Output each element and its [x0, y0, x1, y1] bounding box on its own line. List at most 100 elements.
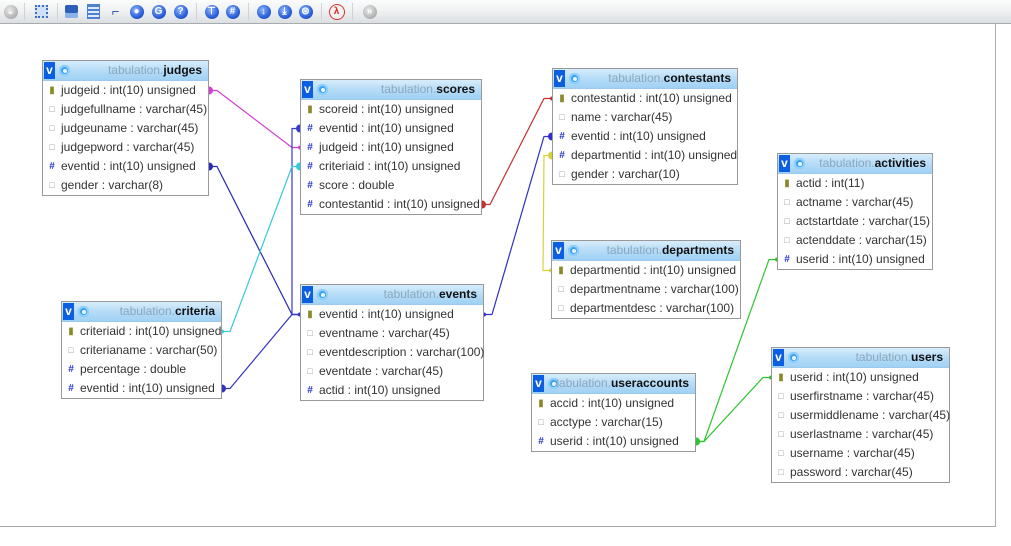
- table-header[interactable]: v tabulation.criteria: [62, 302, 221, 322]
- column-row[interactable]: userid : int(10) unsigned: [772, 368, 949, 387]
- show-hide-icon[interactable]: ↓: [255, 3, 272, 20]
- column-row[interactable]: score : double: [301, 176, 481, 195]
- column-row[interactable]: judgefullname : varchar(45): [43, 100, 208, 119]
- column-row[interactable]: eventid : int(10) unsigned: [43, 157, 208, 176]
- table-criteria[interactable]: v tabulation.criteria criteriaid : int(10)…: [61, 301, 222, 399]
- column-row[interactable]: userid : int(10) unsigned: [778, 250, 932, 269]
- table-options-icon[interactable]: [568, 245, 579, 256]
- angular-links-icon[interactable]: ●: [128, 3, 145, 20]
- toggle-columns-icon[interactable]: v: [553, 242, 564, 259]
- table-title[interactable]: tabulation.activities: [819, 156, 926, 171]
- column-row[interactable]: departmentid : int(10) unsigned: [553, 146, 737, 165]
- table-activities[interactable]: v tabulation.activities actid : int(11) act…: [777, 153, 933, 270]
- column-row[interactable]: departmentid : int(10) unsigned: [552, 261, 740, 280]
- column-row[interactable]: userfirstname : varchar(45): [772, 387, 949, 406]
- collapse-icon[interactable]: ⊜: [297, 3, 314, 20]
- column-row[interactable]: actenddate : varchar(15): [778, 231, 932, 250]
- table-scores[interactable]: v tabulation.scores scoreid : int(10) unsi…: [300, 79, 482, 215]
- small-big-icon[interactable]: #: [224, 3, 241, 20]
- table-title[interactable]: tabulation.useraccounts: [556, 376, 689, 391]
- column-row[interactable]: password : varchar(45): [772, 463, 949, 482]
- column-row[interactable]: eventid : int(10) unsigned: [301, 119, 481, 138]
- column-row[interactable]: gender : varchar(8): [43, 176, 208, 195]
- column-row[interactable]: judgeid : int(10) unsigned: [301, 138, 481, 157]
- table-header[interactable]: v tabulation.users: [772, 348, 949, 368]
- table-useraccounts[interactable]: v tabulation.useraccounts accid : int(10) …: [531, 373, 696, 452]
- column-row[interactable]: eventid : int(10) unsigned: [62, 379, 221, 398]
- toggle-columns-icon[interactable]: v: [533, 375, 544, 392]
- table-header[interactable]: v tabulation.judges: [43, 61, 208, 81]
- toggle-all-icon[interactable]: ⊤: [203, 3, 220, 20]
- table-header[interactable]: v tabulation.departments: [552, 241, 740, 261]
- toggle-columns-icon[interactable]: v: [44, 62, 55, 79]
- toggle-columns-icon[interactable]: v: [779, 155, 790, 172]
- help-icon[interactable]: ?: [172, 3, 189, 20]
- column-row[interactable]: eventdescription : varchar(100): [301, 343, 484, 362]
- table-title[interactable]: tabulation.users: [856, 350, 943, 365]
- table-events[interactable]: v tabulation.events eventid : int(10) unsi…: [300, 284, 484, 401]
- export-pdf-icon[interactable]: λ: [328, 3, 345, 20]
- column-row[interactable]: actstartdate : varchar(15): [778, 212, 932, 231]
- column-row[interactable]: actname : varchar(45): [778, 193, 932, 212]
- toggle-menu-icon[interactable]: ⌄: [2, 3, 19, 20]
- column-row[interactable]: departmentname : varchar(100): [552, 280, 740, 299]
- column-row[interactable]: userlastname : varchar(45): [772, 425, 949, 444]
- column-row[interactable]: actid : int(11): [778, 174, 932, 193]
- table-options-icon[interactable]: [788, 352, 799, 363]
- table-options-icon[interactable]: [78, 306, 89, 317]
- column-row[interactable]: accid : int(10) unsigned: [532, 394, 695, 413]
- column-row[interactable]: contestantid : int(10) unsigned: [553, 89, 737, 108]
- table-departments[interactable]: v tabulation.departments departmentid : in…: [551, 240, 741, 319]
- column-row[interactable]: criteriaid : int(10) unsigned: [301, 157, 481, 176]
- table-users[interactable]: v tabulation.users userid : int(10) unsign…: [771, 347, 950, 483]
- fullscreen-icon[interactable]: [33, 3, 50, 20]
- table-header[interactable]: v tabulation.activities: [778, 154, 932, 174]
- column-row[interactable]: actid : int(10) unsigned: [301, 381, 483, 400]
- toggle-columns-icon[interactable]: v: [773, 349, 784, 366]
- column-row[interactable]: eventname : varchar(45): [301, 324, 483, 343]
- column-row[interactable]: criterianame : varchar(50): [62, 341, 221, 360]
- move-icon[interactable]: ⤓: [276, 3, 293, 20]
- table-options-icon[interactable]: [794, 158, 805, 169]
- column-row[interactable]: contestantid : int(10) unsigned: [301, 195, 481, 214]
- table-title[interactable]: tabulation.departments: [607, 243, 734, 258]
- next-icon[interactable]: »: [361, 3, 378, 20]
- column-row[interactable]: scoreid : int(10) unsigned: [301, 100, 481, 119]
- table-options-icon[interactable]: [59, 65, 70, 76]
- toggle-columns-icon[interactable]: v: [554, 70, 565, 87]
- column-row[interactable]: username : varchar(45): [772, 444, 949, 463]
- toggle-columns-icon[interactable]: v: [302, 286, 313, 303]
- column-row[interactable]: usermiddlename : varchar(45): [772, 406, 950, 425]
- column-row[interactable]: criteriaid : int(10) unsigned: [62, 322, 221, 341]
- table-header[interactable]: v tabulation.contestants: [553, 69, 737, 89]
- column-row[interactable]: gender : varchar(10): [553, 165, 737, 184]
- table-judges[interactable]: v tabulation.judges judgeid : int(10) unsi…: [42, 60, 209, 196]
- table-contestants[interactable]: v tabulation.contestants contestantid : in…: [552, 68, 738, 185]
- column-row[interactable]: judgeuname : varchar(45): [43, 119, 208, 138]
- column-row[interactable]: eventid : int(10) unsigned: [301, 305, 483, 324]
- table-title[interactable]: tabulation.scores: [381, 82, 475, 97]
- table-title[interactable]: tabulation.judges: [108, 63, 202, 78]
- column-row[interactable]: acctype : varchar(15): [532, 413, 695, 432]
- table-options-icon[interactable]: [317, 84, 328, 95]
- relation-line-icon[interactable]: ⌐: [107, 3, 124, 20]
- column-row[interactable]: name : varchar(45): [553, 108, 737, 127]
- grid-snap-icon[interactable]: G: [150, 3, 167, 20]
- column-row[interactable]: userid : int(10) unsigned: [532, 432, 695, 451]
- table-title[interactable]: tabulation.contestants: [608, 71, 731, 86]
- table-options-icon[interactable]: [569, 73, 580, 84]
- column-row[interactable]: judgepword : varchar(45): [43, 138, 208, 157]
- table-options-icon[interactable]: [317, 289, 328, 300]
- table-title[interactable]: tabulation.events: [384, 287, 477, 302]
- column-row[interactable]: eventdate : varchar(45): [301, 362, 483, 381]
- column-row[interactable]: judgeid : int(10) unsigned: [43, 81, 208, 100]
- table-header[interactable]: v tabulation.events: [301, 285, 483, 305]
- table-title[interactable]: tabulation.criteria: [120, 304, 215, 319]
- column-row[interactable]: eventid : int(10) unsigned: [553, 127, 737, 146]
- toggle-columns-icon[interactable]: v: [302, 81, 313, 98]
- list-icon[interactable]: [85, 3, 102, 20]
- toggle-columns-icon[interactable]: v: [63, 303, 74, 320]
- save-icon[interactable]: [63, 3, 80, 20]
- column-row[interactable]: percentage : double: [62, 360, 221, 379]
- column-row[interactable]: departmentdesc : varchar(100): [552, 299, 740, 318]
